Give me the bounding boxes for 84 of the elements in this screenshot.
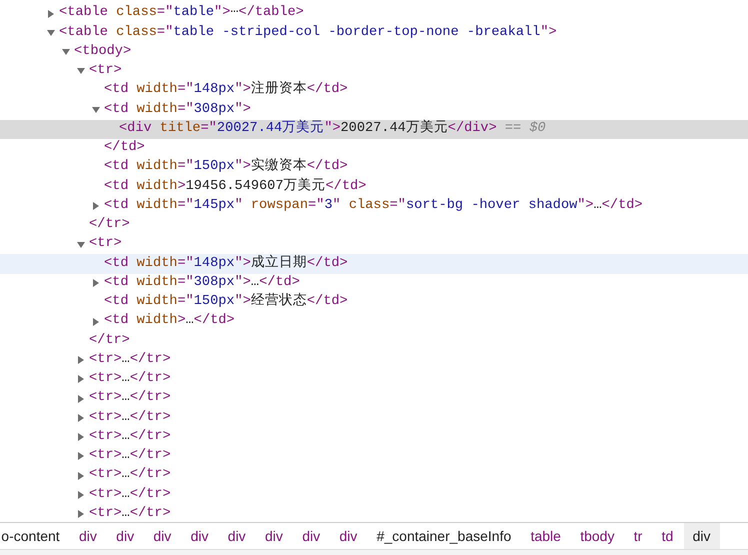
code-line: <td width="148px">注册资本</td> — [104, 80, 348, 100]
code-line: <tr>…</tr> — [89, 370, 171, 388]
code-line: <td width="150px">实缴资本</td> — [104, 157, 348, 176]
caret-down-icon[interactable] — [92, 106, 100, 114]
code-line: <td width="308px"> — [104, 100, 251, 119]
caret-right-icon[interactable] — [77, 452, 85, 460]
caret-right-icon[interactable] — [47, 10, 55, 18]
code-line: <tr>…</tr> — [89, 428, 171, 446]
dom-tree-row[interactable]: <tr> — [0, 235, 748, 254]
caret-down-icon[interactable] — [62, 48, 70, 56]
dom-tree-row[interactable]: <tr>…</tr> — [0, 428, 748, 447]
code-line: <tr>…</tr> — [89, 350, 171, 369]
dom-tree-row[interactable]: <td width="308px"> — [0, 100, 748, 120]
breadcrumb-item[interactable]: div — [107, 523, 144, 549]
code-line: <td width="145px" rowspan="3" class="sort-bg -hover shadow">…</td> — [104, 196, 643, 215]
dom-tree-row[interactable]: <tr>…</tr> — [0, 446, 748, 466]
dom-tree-row[interactable]: <tr>…</tr> — [0, 466, 748, 486]
breadcrumb-item[interactable]: div — [330, 523, 366, 549]
breadcrumb-item[interactable]: o-content — [0, 523, 69, 549]
dom-tree-row[interactable]: <td width="148px">注册资本</td> — [0, 81, 748, 100]
breadcrumb-item[interactable]: #_container_baseInfo — [368, 523, 520, 549]
code-line: <tr>…</tr> — [89, 447, 171, 466]
caret-right-icon[interactable] — [77, 510, 85, 518]
dom-tree-row[interactable]: <tr> — [0, 62, 748, 81]
breadcrumb-item[interactable]: td — [652, 523, 682, 549]
dom-tree-row[interactable]: <table class="table">…</table> — [0, 4, 748, 24]
code-line: <tr> — [89, 235, 122, 254]
caret-right-icon[interactable] — [77, 375, 85, 384]
code-line: <td width>19456.549607万美元</td> — [104, 176, 366, 196]
breadcrumb-item[interactable]: div — [256, 523, 292, 549]
breadcrumb-item[interactable]: tbody — [571, 523, 624, 549]
breadcrumb-item[interactable]: div — [70, 523, 106, 549]
code-line: </tr> — [89, 332, 130, 350]
dom-tree-row[interactable]: <tr>…</tr> — [0, 389, 748, 408]
code-line: <td width>…</td> — [104, 312, 235, 330]
code-line: <div title="20027.44万美元">20027.44万美元</div> == $0 — [119, 118, 546, 138]
caret-right-icon[interactable] — [77, 356, 85, 364]
breadcrumb-item[interactable]: div — [684, 523, 720, 549]
code-line: <table class="table">…</table> — [59, 3, 304, 22]
code-line: <tr>…</tr> — [89, 408, 171, 427]
dom-tree-row[interactable]: <td width="308px">…</td> — [0, 274, 748, 293]
dom-tree-row[interactable]: <tbody> — [0, 42, 748, 62]
dom-tree-row[interactable]: <td width="150px">实缴资本</td> — [0, 158, 748, 178]
code-line: <tr>…</tr> — [89, 486, 171, 504]
dom-tree-row[interactable]: <td width="150px">经营状态</td> — [0, 292, 748, 312]
dom-tree-row[interactable]: <td width="148px">成立日期</td> — [0, 254, 748, 274]
caret-right-icon[interactable] — [92, 279, 100, 288]
dom-tree-row[interactable]: <tr>…</tr> — [0, 485, 748, 504]
code-line: <td width="308px">…</td> — [104, 274, 300, 292]
code-line: <tr>…</tr> — [89, 504, 171, 522]
breadcrumb-item[interactable]: div — [144, 523, 180, 549]
caret-right-icon[interactable] — [77, 472, 85, 480]
code-line: <tr>…</tr> — [89, 466, 171, 484]
code-line: </tr> — [89, 216, 130, 234]
code-line: <table class="table -striped-col -border-top-none -breakall"> — [59, 24, 557, 42]
dom-tree-row[interactable]: <tr>…</tr> — [0, 408, 748, 428]
breadcrumb-item[interactable]: div — [218, 523, 255, 549]
caret-right-icon[interactable] — [92, 318, 100, 326]
code-line: <td width="148px">成立日期</td> — [104, 254, 348, 273]
caret-right-icon[interactable] — [77, 490, 85, 499]
code-line: <tr> — [89, 62, 122, 80]
breadcrumb-item[interactable]: div — [293, 523, 330, 549]
breadcrumb-item[interactable]: div — [182, 523, 218, 549]
caret-right-icon[interactable] — [77, 433, 85, 442]
caret-down-icon[interactable] — [47, 28, 55, 37]
caret-right-icon[interactable] — [77, 414, 85, 422]
caret-right-icon[interactable] — [77, 394, 85, 403]
dom-tree-row[interactable]: <table class="table -striped-col -border-top-none -breakall"> — [0, 23, 748, 42]
caret-down-icon[interactable] — [77, 67, 85, 76]
dom-tree-row[interactable]: <td width>19456.549607万美元</td> — [0, 177, 748, 196]
code-line: </td> — [104, 139, 145, 158]
dom-tree-row[interactable]: <td width="145px" rowspan="3" class="sort-bg -hover shadow">…</td> — [0, 196, 748, 216]
breadcrumb-item[interactable]: table — [522, 523, 570, 549]
dom-tree-row[interactable]: <tr>…</tr> — [0, 504, 748, 522]
code-line: <td width="150px">经营状态</td> — [104, 292, 348, 312]
caret-down-icon[interactable] — [77, 240, 85, 249]
code-line: <tr>…</tr> — [89, 389, 171, 408]
caret-right-icon[interactable] — [92, 202, 100, 210]
dom-tree-row[interactable]: <tr>…</tr> — [0, 350, 748, 370]
dom-tree-row[interactable]: <td width>…</td> — [0, 312, 748, 332]
dom-tree-row[interactable]: <tr>…</tr> — [0, 370, 748, 389]
code-line: <tbody> — [74, 42, 132, 61]
dom-tree-row[interactable]: <div title="20027.44万美元">20027.44万美元</div> == $0 — [0, 120, 748, 139]
breadcrumb-item[interactable]: tr — [624, 523, 652, 549]
